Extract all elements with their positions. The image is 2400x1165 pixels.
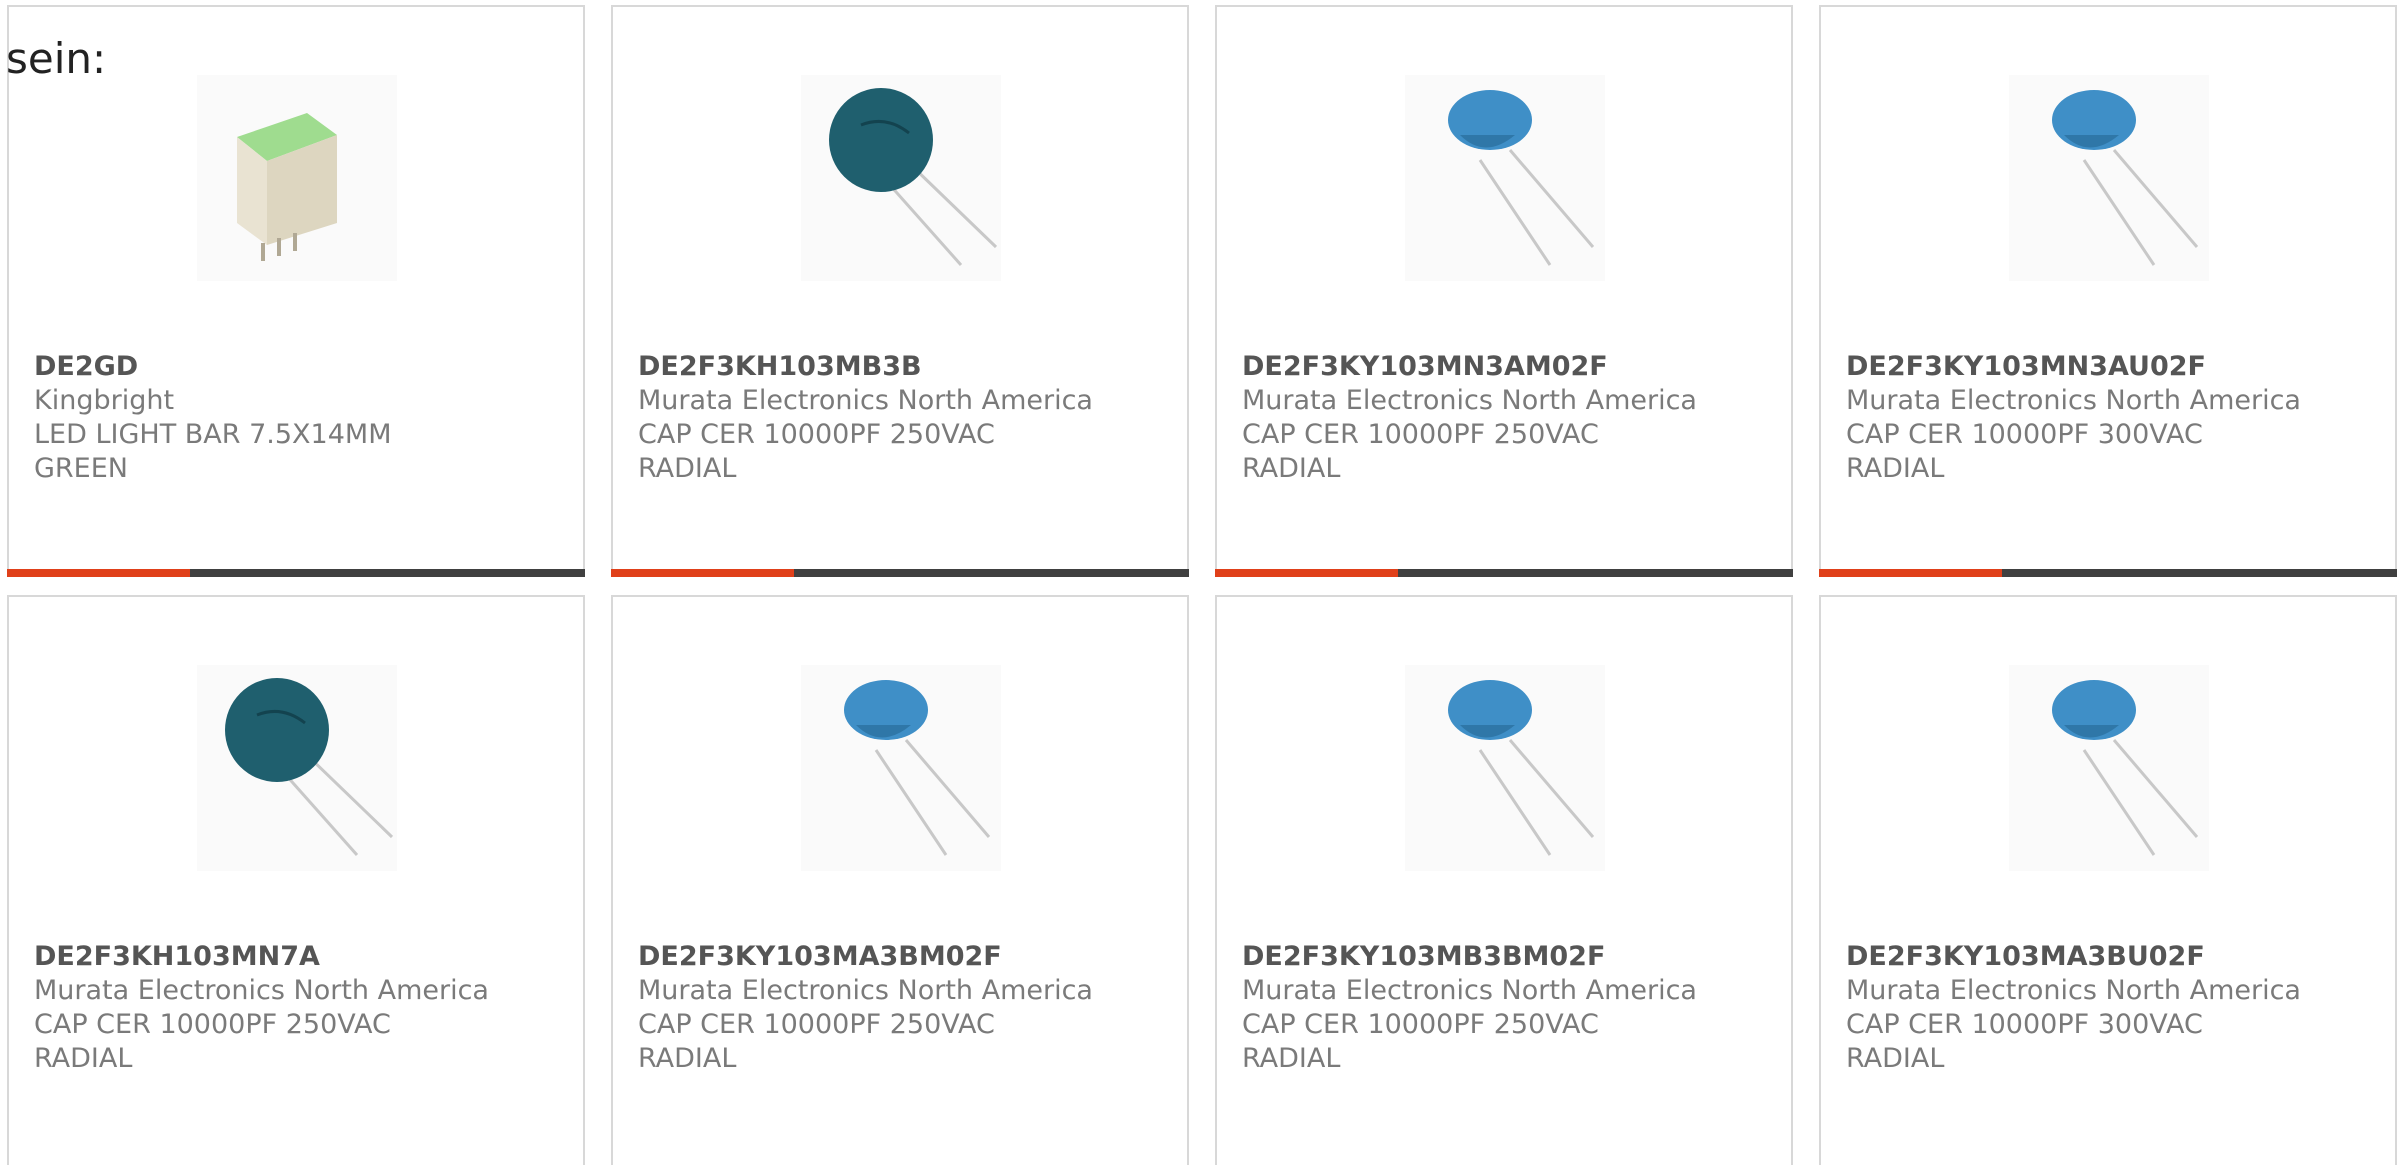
part-number-link[interactable]: DE2F3KY103MN3AM02F: [1242, 350, 1697, 384]
product-card[interactable]: DE2F3KY103MN3AU02F Murata Electronics No…: [1819, 5, 2397, 577]
part-number-link[interactable]: DE2F3KH103MN7A: [34, 940, 489, 974]
intro-text: sein:: [6, 34, 107, 83]
description-line1: CAP CER 10000PF 250VAC: [1242, 419, 1599, 450]
blue-disc-capacitor-icon: [2052, 680, 2199, 856]
part-number-link[interactable]: DE2GD: [34, 350, 392, 384]
accent-strip: [611, 569, 794, 577]
description-line2: RADIAL: [1846, 1043, 1945, 1074]
product-info: DE2F3KY103MN3AU02F Murata Electronics No…: [1846, 350, 2301, 486]
manufacturer: Murata Electronics North America: [638, 975, 1093, 1006]
manufacturer: Murata Electronics North America: [1242, 385, 1697, 416]
blue-disc-capacitor-icon: [2052, 90, 2199, 266]
description-line1: CAP CER 10000PF 250VAC: [34, 1009, 391, 1040]
blue-disc-capacitor-icon: [844, 680, 991, 856]
description-line1: CAP CER 10000PF 250VAC: [1242, 1009, 1599, 1040]
accent-strip: [7, 569, 190, 577]
product-card[interactable]: DE2F3KY103MA3BU02F Murata Electronics No…: [1819, 595, 2397, 1165]
part-number-link[interactable]: DE2F3KY103MA3BM02F: [638, 940, 1093, 974]
product-info: DE2F3KY103MA3BU02F Murata Electronics No…: [1846, 940, 2301, 1076]
dark-disc-capacitor-icon: [225, 678, 394, 856]
blue-disc-capacitor-icon: [1448, 90, 1595, 266]
description-line1: CAP CER 10000PF 300VAC: [1846, 419, 2203, 450]
manufacturer: Murata Electronics North America: [638, 385, 1093, 416]
manufacturer: Murata Electronics North America: [1242, 975, 1697, 1006]
product-info: DE2F3KH103MB3B Murata Electronics North …: [638, 350, 1093, 486]
description-line2: RADIAL: [1242, 453, 1341, 484]
description-line2: GREEN: [34, 453, 128, 484]
blue-disc-capacitor-icon: [1448, 680, 1595, 856]
manufacturer: Murata Electronics North America: [34, 975, 489, 1006]
product-info: DE2F3KY103MA3BM02F Murata Electronics No…: [638, 940, 1093, 1076]
product-card[interactable]: DE2GD Kingbright LED LIGHT BAR 7.5X14MM …: [7, 5, 585, 577]
part-number-link[interactable]: DE2F3KY103MA3BU02F: [1846, 940, 2301, 974]
product-info: DE2F3KH103MN7A Murata Electronics North …: [34, 940, 489, 1076]
description-line2: RADIAL: [638, 1043, 737, 1074]
product-image[interactable]: [2009, 665, 2209, 871]
product-image[interactable]: [1405, 75, 1605, 281]
manufacturer: Kingbright: [34, 385, 175, 416]
accent-strip: [1819, 569, 2002, 577]
product-info: DE2F3KY103MN3AM02F Murata Electronics No…: [1242, 350, 1697, 486]
description-line2: RADIAL: [1846, 453, 1945, 484]
dark-disc-capacitor-icon: [829, 88, 998, 266]
part-number-link[interactable]: DE2F3KY103MB3BM02F: [1242, 940, 1697, 974]
description-line1: CAP CER 10000PF 250VAC: [638, 1009, 995, 1040]
manufacturer: Murata Electronics North America: [1846, 975, 2301, 1006]
product-info: DE2GD Kingbright LED LIGHT BAR 7.5X14MM …: [34, 350, 392, 486]
card-footer-bar: [7, 569, 585, 577]
card-footer-bar: [1819, 569, 2397, 577]
manufacturer: Murata Electronics North America: [1846, 385, 2301, 416]
card-footer-bar: [611, 569, 1189, 577]
product-info: DE2F3KY103MB3BM02F Murata Electronics No…: [1242, 940, 1697, 1076]
part-number-link[interactable]: DE2F3KH103MB3B: [638, 350, 1093, 384]
product-image[interactable]: [1405, 665, 1605, 871]
product-card[interactable]: DE2F3KY103MB3BM02F Murata Electronics No…: [1215, 595, 1793, 1165]
product-image[interactable]: [801, 665, 1001, 871]
description-line1: LED LIGHT BAR 7.5X14MM: [34, 419, 392, 450]
part-number-link[interactable]: DE2F3KY103MN3AU02F: [1846, 350, 2301, 384]
description-line2: RADIAL: [638, 453, 737, 484]
product-card[interactable]: DE2F3KY103MA3BM02F Murata Electronics No…: [611, 595, 1189, 1165]
description-line1: CAP CER 10000PF 300VAC: [1846, 1009, 2203, 1040]
product-card[interactable]: DE2F3KH103MB3B Murata Electronics North …: [611, 5, 1189, 577]
description-line2: RADIAL: [34, 1043, 133, 1074]
product-card[interactable]: DE2F3KH103MN7A Murata Electronics North …: [7, 595, 585, 1165]
description-line1: CAP CER 10000PF 250VAC: [638, 419, 995, 450]
product-image[interactable]: [197, 75, 397, 281]
product-image[interactable]: [801, 75, 1001, 281]
product-image[interactable]: [197, 665, 397, 871]
product-image[interactable]: [2009, 75, 2209, 281]
product-card[interactable]: DE2F3KY103MN3AM02F Murata Electronics No…: [1215, 5, 1793, 577]
accent-strip: [1215, 569, 1398, 577]
description-line2: RADIAL: [1242, 1043, 1341, 1074]
led-light-bar-icon: [237, 113, 337, 261]
card-footer-bar: [1215, 569, 1793, 577]
